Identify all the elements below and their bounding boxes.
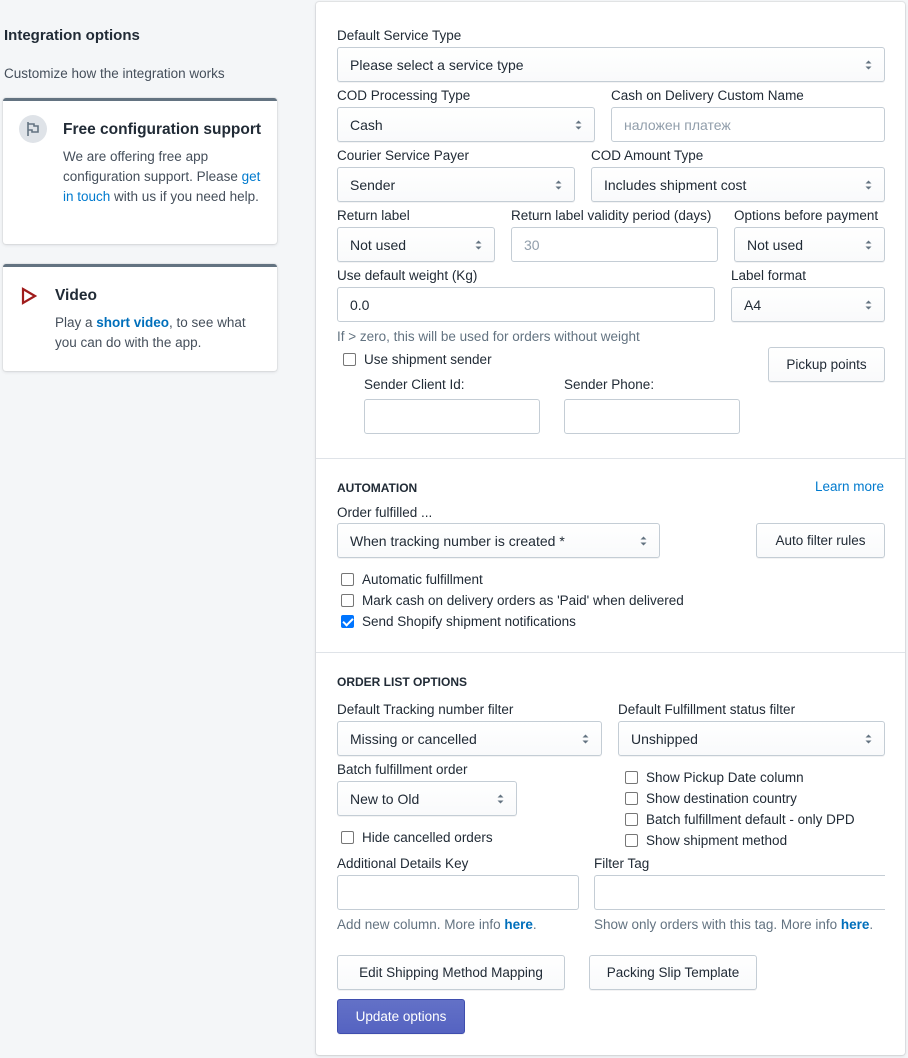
select-arrows-icon	[575, 120, 582, 130]
return-label-label: Return label	[337, 208, 410, 223]
label-format-select[interactable]: A4	[731, 287, 885, 322]
learn-more-link[interactable]: Learn more	[815, 479, 884, 494]
tracking-filter-select[interactable]: Missing or cancelled	[337, 721, 602, 756]
select-arrows-icon	[865, 734, 872, 744]
tracking-filter-label: Default Tracking number filter	[337, 702, 514, 717]
additional-details-hint: Add new column. More info here.	[337, 917, 537, 932]
select-arrows-icon	[640, 536, 647, 546]
automation-title: AUTOMATION	[337, 481, 418, 495]
courier-service-payer-label: Courier Service Payer	[337, 148, 470, 163]
checkbox-box[interactable]	[341, 831, 354, 844]
default-service-type-select[interactable]: Please select a service type	[337, 47, 885, 82]
order-list-options-title: ORDER LIST OPTIONS	[337, 675, 468, 689]
edit-shipping-mapping-button[interactable]: Edit Shipping Method Mapping	[337, 955, 565, 990]
show-pickup-date-checkbox[interactable]: Show Pickup Date column	[625, 770, 804, 785]
options-card: Default Service Type Please select a ser…	[316, 2, 905, 1055]
video-heading: Video	[55, 287, 97, 304]
checkbox-box[interactable]	[341, 573, 354, 586]
video-text: Play a short video, to see what you can …	[55, 315, 246, 350]
sender-phone-input[interactable]	[564, 399, 740, 434]
select-arrows-icon	[497, 794, 504, 804]
return-validity-input[interactable]: 30	[511, 227, 718, 262]
filter-tag-input[interactable]	[594, 875, 885, 910]
automatic-fulfillment-checkbox[interactable]: Automatic fulfillment	[341, 572, 483, 587]
checkbox-box[interactable]	[625, 792, 638, 805]
batch-order-select[interactable]: New to Old	[337, 781, 517, 816]
send-shopify-notifications-checkbox[interactable]: Send Shopify shipment notifications	[341, 614, 576, 629]
support-text: We are offering free app configuration s…	[63, 149, 261, 204]
checkbox-box[interactable]	[625, 834, 638, 847]
default-weight-hint: If > zero, this will be used for orders …	[337, 329, 640, 344]
select-arrows-icon	[582, 734, 589, 744]
pickup-points-button[interactable]: Pickup points	[768, 347, 885, 382]
filter-tag-label: Filter Tag	[594, 856, 650, 871]
additional-details-key-input[interactable]	[337, 875, 579, 910]
show-shipment-method-checkbox[interactable]: Show shipment method	[625, 833, 787, 848]
label-format-label: Label format	[731, 268, 807, 283]
sidebar-title: Integration options	[4, 27, 140, 44]
play-icon	[21, 287, 38, 308]
batch-default-dpd-checkbox[interactable]: Batch fulfillment default - only DPD	[625, 812, 855, 827]
short-video-link[interactable]: short video	[96, 315, 169, 330]
checkbox-box[interactable]	[343, 353, 356, 366]
cod-amount-type-label: COD Amount Type	[591, 148, 704, 163]
return-label-select[interactable]: Not used	[337, 227, 495, 262]
default-service-type-label: Default Service Type	[337, 28, 462, 43]
select-arrows-icon	[865, 300, 872, 310]
select-arrows-icon	[865, 240, 872, 250]
hide-cancelled-checkbox[interactable]: Hide cancelled orders	[341, 830, 493, 845]
default-weight-input[interactable]: 0.0	[337, 287, 715, 322]
select-arrows-icon	[555, 180, 562, 190]
options-before-payment-label: Options before payment	[734, 208, 879, 223]
checkbox-checked[interactable]	[341, 615, 354, 628]
packing-slip-template-button[interactable]: Packing Slip Template	[589, 955, 757, 990]
section-divider	[316, 458, 905, 459]
section-divider	[316, 652, 905, 653]
additional-details-key-label: Additional Details Key	[337, 856, 469, 871]
fulfillment-filter-label: Default Fulfillment status filter	[618, 702, 796, 717]
sidebar-subtitle: Customize how the integration works	[4, 66, 225, 81]
checkbox-box[interactable]	[341, 594, 354, 607]
support-card: Free configuration support We are offeri…	[3, 98, 277, 244]
here-link[interactable]: here	[504, 917, 533, 932]
show-destination-country-checkbox[interactable]: Show destination country	[625, 791, 797, 806]
video-card: Video Play a short video, to see what yo…	[3, 264, 277, 371]
filter-tag-hint: Show only orders with this tag. More inf…	[594, 917, 874, 932]
courier-service-payer-select[interactable]: Sender	[337, 167, 575, 202]
cod-amount-type-select[interactable]: Includes shipment cost	[591, 167, 885, 202]
sender-phone-label: Sender Phone:	[564, 377, 655, 392]
here-link[interactable]: here	[841, 917, 870, 932]
cod-processing-type-select[interactable]: Cash	[337, 107, 595, 142]
select-arrows-icon	[475, 240, 482, 250]
checkbox-box[interactable]	[625, 813, 638, 826]
select-arrows-icon	[865, 60, 872, 70]
cod-custom-name-input[interactable]: наложен платеж	[611, 107, 885, 142]
support-heading: Free configuration support	[63, 121, 262, 138]
fulfillment-filter-select[interactable]: Unshipped	[618, 721, 885, 756]
auto-filter-rules-button[interactable]: Auto filter rules	[756, 523, 885, 558]
order-fulfilled-select[interactable]: When tracking number is created *	[337, 523, 660, 558]
cod-custom-name-label: Cash on Delivery Custom Name	[611, 88, 804, 103]
sender-client-id-input[interactable]	[364, 399, 540, 434]
use-shipment-sender-checkbox[interactable]: Use shipment sender	[343, 352, 492, 367]
checkbox-box[interactable]	[625, 771, 638, 784]
batch-order-label: Batch fulfillment order	[337, 762, 468, 777]
update-options-button[interactable]: Update options	[337, 999, 465, 1034]
sender-client-id-label: Sender Client Id:	[364, 377, 465, 392]
select-arrows-icon	[865, 180, 872, 190]
cod-processing-type-label: COD Processing Type	[337, 88, 471, 103]
options-before-payment-select[interactable]: Not used	[734, 227, 885, 262]
mark-cod-paid-checkbox[interactable]: Mark cash on delivery orders as 'Paid' w…	[341, 593, 684, 608]
default-weight-label: Use default weight (Kg)	[337, 268, 478, 283]
flag-icon	[19, 115, 47, 143]
return-validity-label: Return label validity period (days)	[511, 208, 712, 223]
order-fulfilled-label: Order fulfilled ...	[337, 505, 433, 520]
